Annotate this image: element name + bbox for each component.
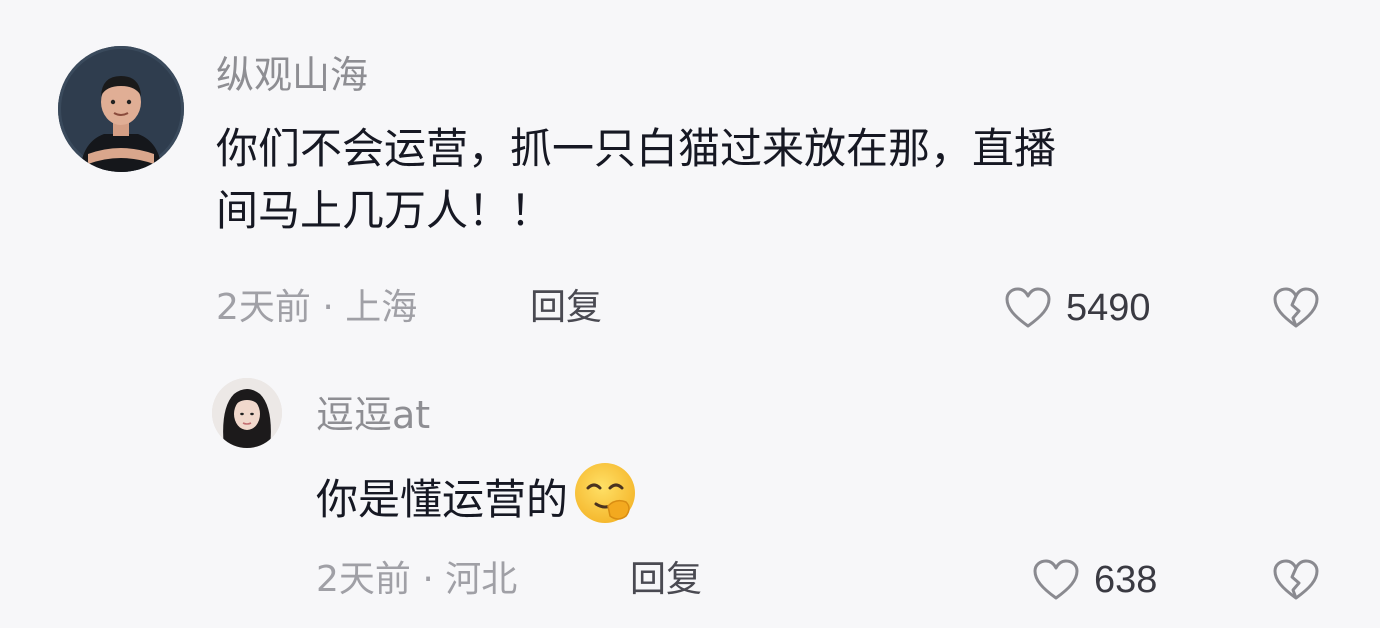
comment-text-line: 你是懂运营的 xyxy=(316,475,569,524)
like-button[interactable]: 5490 xyxy=(1004,286,1151,330)
comment-section: 纵观山海 你们不会运营，抓一只白猫过来放在那，直播 间马上几万人！！ 2天前 ·… xyxy=(0,0,1380,628)
avatar[interactable] xyxy=(58,46,184,172)
man-avatar-icon xyxy=(58,46,184,172)
dislike-button[interactable] xyxy=(1272,286,1320,330)
like-count: 5490 xyxy=(1066,287,1151,329)
comment-text: 你是懂运营的 xyxy=(316,460,638,543)
woman-avatar-icon xyxy=(212,378,282,448)
like-button[interactable]: 638 xyxy=(1032,558,1157,602)
heart-outline-icon xyxy=(1005,287,1051,328)
reply-button[interactable]: 回复 xyxy=(530,290,602,326)
comment-username[interactable]: 纵观山海 xyxy=(216,56,368,94)
comment-text-line: 你们不会运营，抓一只白猫过来放在那，直播 xyxy=(216,124,1057,173)
comment-time-location: 2天前 · 河北 xyxy=(316,559,518,600)
like-count: 638 xyxy=(1094,559,1158,601)
comment-time-location: 2天前 · 上海 xyxy=(216,287,418,328)
smirk-face-emoji xyxy=(572,460,638,543)
avatar[interactable] xyxy=(212,378,282,448)
comment-username[interactable]: 逗逗at xyxy=(316,396,430,434)
broken-heart-icon xyxy=(1273,287,1319,328)
reply-button[interactable]: 回复 xyxy=(630,562,702,598)
comment-text: 你们不会运营，抓一只白猫过来放在那，直播 间马上几万人！！ xyxy=(216,118,1056,242)
dislike-button[interactable] xyxy=(1272,558,1320,602)
heart-outline-icon xyxy=(1033,559,1079,600)
broken-heart-icon xyxy=(1273,559,1319,600)
comment-text-line: 间马上几万人！！ xyxy=(216,186,553,235)
